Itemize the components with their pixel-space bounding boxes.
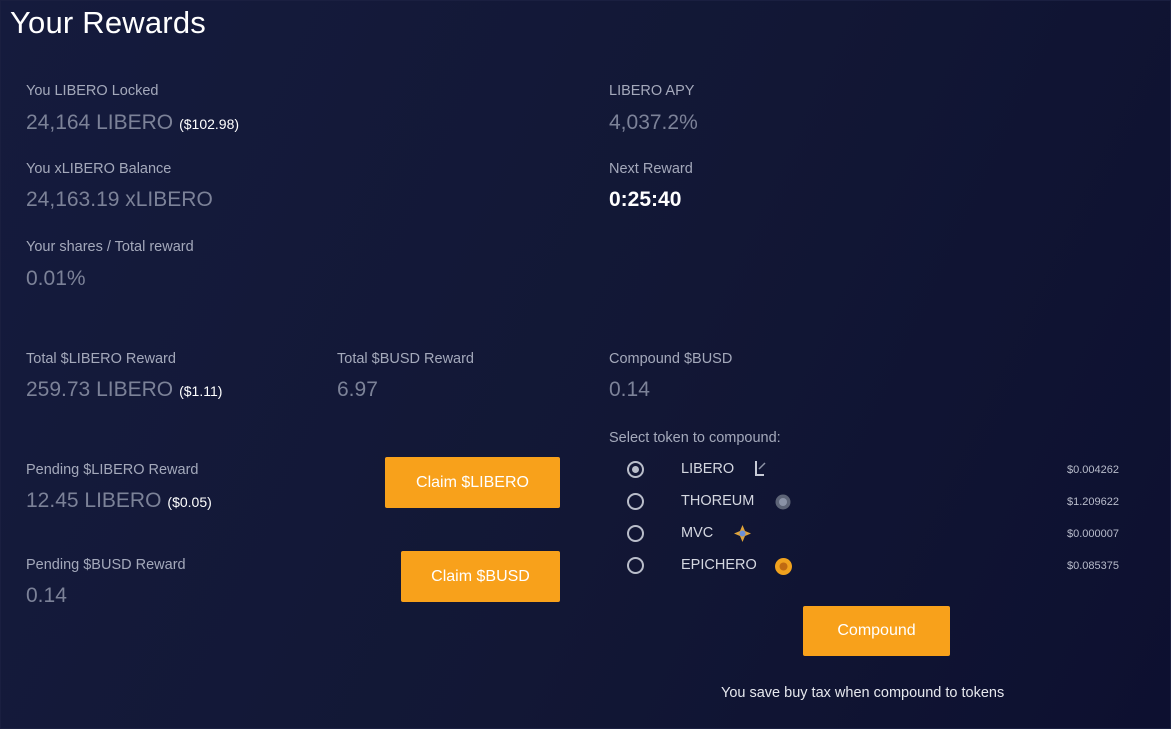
locked-value-row: 24,164 LIBERO ($102.98) [26,111,239,135]
balance-value: 24,163.19 xLIBERO [26,188,213,211]
compound-button[interactable]: Compound [803,606,950,656]
epichero-token-icon [774,557,793,581]
claim-busd-button[interactable]: Claim $BUSD [401,551,560,602]
total-busd-label: Total $BUSD Reward [337,351,474,367]
page-title: Your Rewards [10,5,206,40]
total-libero-usd: ($1.11) [179,383,223,399]
apy-label: LIBERO APY [609,83,695,99]
locked-usd: ($102.98) [179,116,240,132]
balance-label: You xLIBERO Balance [26,161,172,177]
radio-libero[interactable] [627,461,644,478]
libero-token-icon [752,459,768,484]
locked-value: 24,164 LIBERO [26,111,174,134]
pending-libero-label: Pending $LIBERO Reward [26,462,199,478]
thoreum-token-icon [774,493,792,516]
locked-label: You LIBERO Locked [26,83,159,99]
token-price-thoreum: $1.209622 [1067,496,1119,508]
total-libero-value-row: 259.73 LIBERO ($1.11) [26,378,222,402]
mvc-token-icon [733,524,752,548]
token-name-epichero: EPICHERO [681,557,757,573]
shares-value: 0.01% [26,267,86,290]
token-name-thoreum: THOREUM [681,493,755,509]
claim-libero-button[interactable]: Claim $LIBERO [385,457,560,508]
compound-note: You save buy tax when compound to tokens [721,685,1005,701]
rewards-panel: Your Rewards You LIBERO Locked 24,164 LI… [0,0,1171,729]
radio-mvc[interactable] [627,525,644,542]
pending-libero-value: 12.45 LIBERO [26,489,162,512]
total-libero-value: 259.73 LIBERO [26,378,174,401]
token-name-mvc: MVC [681,525,714,541]
total-libero-label: Total $LIBERO Reward [26,351,176,367]
radio-thoreum[interactable] [627,493,644,510]
pending-busd-label: Pending $BUSD Reward [26,557,186,573]
compound-busd-label: Compound $BUSD [609,351,733,367]
shares-label: Your shares / Total reward [26,239,194,255]
apy-value: 4,037.2% [609,111,698,134]
select-token-label: Select token to compound: [609,430,781,446]
compound-busd-value: 0.14 [609,378,650,401]
next-reward-countdown: 0:25:40 [609,188,682,211]
token-price-mvc: $0.000007 [1067,528,1119,540]
pending-libero-usd: ($0.05) [167,494,212,510]
pending-busd-value: 0.14 [26,584,67,607]
token-price-epichero: $0.085375 [1067,560,1119,572]
next-reward-label: Next Reward [609,161,693,177]
pending-libero-value-row: 12.45 LIBERO ($0.05) [26,489,212,513]
total-busd-value: 6.97 [337,378,378,401]
token-price-libero: $0.004262 [1067,464,1119,476]
radio-epichero[interactable] [627,557,644,574]
token-name-libero: LIBERO [681,461,735,477]
